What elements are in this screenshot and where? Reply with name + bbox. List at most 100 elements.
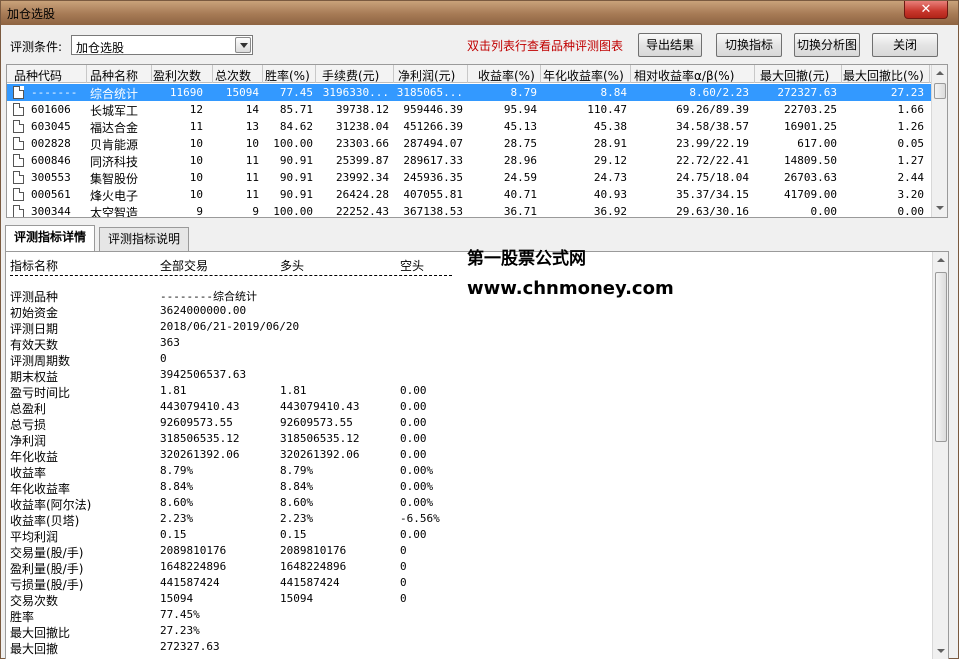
metric-name: 平均利润 xyxy=(10,530,59,544)
table-cell: 28.96 xyxy=(503,154,537,167)
metric-name: 期末权益 xyxy=(10,370,59,384)
divider xyxy=(10,275,452,276)
column-header[interactable]: 品种代码 xyxy=(14,67,62,84)
metric-value: 2.23% xyxy=(160,512,194,525)
table-cell: 11 xyxy=(245,154,259,167)
table-cell: 245936.35 xyxy=(403,171,463,184)
metric-name: 胜率 xyxy=(10,610,35,624)
column-header[interactable]: 胜率(%) xyxy=(265,67,310,84)
metric-value: 27.23% xyxy=(160,624,200,637)
detail-scrollbar[interactable] xyxy=(932,252,948,659)
table-cell: 40.71 xyxy=(503,188,537,201)
metric-name: 有效天数 xyxy=(10,338,59,352)
scroll-down-icon[interactable] xyxy=(932,201,947,216)
table-cell: 36.71 xyxy=(503,205,537,218)
table-cell: 12 xyxy=(189,103,203,116)
table-cell: 35.37/34.15 xyxy=(676,188,749,201)
table-cell: 14809.50 xyxy=(784,154,837,167)
table-cell: ------- xyxy=(31,86,78,99)
document-icon xyxy=(13,188,24,201)
table-cell: 300553 xyxy=(31,171,71,184)
column-header[interactable]: 年化收益率(%) xyxy=(543,67,624,84)
tab-indicator-explanation[interactable]: 评测指标说明 xyxy=(99,227,189,251)
table-cell: 90.91 xyxy=(279,188,313,201)
column-header[interactable]: 净利润(元) xyxy=(398,67,455,84)
metric-name: 交易次数 xyxy=(10,594,59,608)
metric-value: 272327.63 xyxy=(160,640,220,653)
table-cell: 69.26/89.39 xyxy=(676,103,749,116)
table-row[interactable]: 300553 集智股份 10 11 90.91 23992.34 245936.35 24.5… xyxy=(7,169,933,186)
table-cell: 287494.07 xyxy=(403,137,463,150)
table-cell: 10 xyxy=(245,137,259,150)
table-cell: 26424.28 xyxy=(336,188,389,201)
column-header[interactable]: 相对收益率α/β(%) xyxy=(634,67,734,84)
table-row[interactable]: 603045 福达合金 11 13 84.62 31238.04 451266.39 45.1… xyxy=(7,118,933,135)
watermark-title: 第一股票公式网 xyxy=(467,249,586,269)
metric-value: 3624000000.00 xyxy=(160,304,247,317)
window-close-button[interactable]: ✕ xyxy=(904,1,948,19)
column-header[interactable]: 最大回撤(元) xyxy=(760,67,829,84)
table-cell: 29.63/30.16 xyxy=(676,205,749,218)
table-cell: 11690 xyxy=(169,86,203,99)
metric-name: 盈利量(股/手) xyxy=(10,562,84,576)
table-row[interactable]: ------- 综合统计 11690 15094 77.45 3196330... 3185… xyxy=(7,84,933,101)
table-cell: 10 xyxy=(189,171,203,184)
table-row[interactable]: 600846 同济科技 10 11 90.91 25399.87 289617.33 28.9… xyxy=(7,152,933,169)
close-button[interactable]: 关闭 xyxy=(872,33,938,57)
metric-value: 318506535.12 xyxy=(160,432,240,445)
document-icon xyxy=(13,154,24,167)
metric-value: 8.84% xyxy=(280,480,314,493)
document-icon xyxy=(13,137,24,150)
table-cell: 36.92 xyxy=(593,205,627,218)
toolbar: 评测条件: 加仓选股 双击列表行查看品种评测图表 导出结果 切换指标 切换分析图… xyxy=(1,29,958,59)
detail-header: 指标名称 xyxy=(10,259,59,273)
column-header[interactable]: 手续费(元) xyxy=(322,67,379,84)
column-header[interactable]: 盈利次数 xyxy=(153,67,201,84)
table-cell: 90.91 xyxy=(279,171,313,184)
table-row[interactable]: 002828 贝肯能源 10 10 100.00 23303.66 287494.07 28.… xyxy=(7,135,933,152)
watermark-url: www.chnmoney.com xyxy=(467,278,674,299)
table-cell: 贝肯能源 xyxy=(90,138,139,152)
metric-value: 0.00 xyxy=(400,448,427,461)
export-results-button[interactable]: 导出结果 xyxy=(638,33,702,57)
condition-select[interactable]: 加仓选股 xyxy=(71,35,253,55)
table-cell: 22703.25 xyxy=(784,103,837,116)
table-scrollbar[interactable] xyxy=(931,65,947,217)
table-cell: 1.66 xyxy=(897,103,925,116)
metric-name: 交易量(股/手) xyxy=(10,546,84,560)
table-cell: 289617.33 xyxy=(403,154,463,167)
column-header[interactable]: 收益率(%) xyxy=(478,67,535,84)
table-cell: 45.38 xyxy=(593,120,627,133)
scroll-up-icon[interactable] xyxy=(932,66,947,81)
metric-value: 15094 xyxy=(160,592,194,605)
table-cell: 0.05 xyxy=(897,137,925,150)
table-cell: 77.45 xyxy=(279,86,313,99)
column-header[interactable]: 品种名称 xyxy=(90,67,138,84)
scroll-thumb[interactable] xyxy=(934,83,946,99)
table-cell: 11 xyxy=(245,188,259,201)
metric-value: 0 xyxy=(400,544,407,557)
table-cell: 15094 xyxy=(225,86,259,99)
table-cell: 28.91 xyxy=(593,137,627,150)
metric-name: 评测周期数 xyxy=(10,354,71,368)
scroll-up-icon[interactable] xyxy=(933,253,948,268)
results-table: 品种代码 品种名称 盈利次数 总次数 胜率(%) 手续费(元) 净利润(元) 收… xyxy=(6,64,948,218)
table-cell: 451266.39 xyxy=(403,120,463,133)
scroll-thumb[interactable] xyxy=(935,272,947,442)
chevron-down-icon[interactable] xyxy=(235,37,251,53)
metric-value: 92609573.55 xyxy=(280,416,353,429)
column-header[interactable]: 最大回撤比(%) xyxy=(843,67,924,84)
table-row[interactable]: 300344 太空智造 9 9 100.00 22252.43 367138.53 36.71… xyxy=(7,203,933,218)
metric-value: 8.79% xyxy=(160,464,194,477)
table-cell: 617.00 xyxy=(797,137,837,150)
column-header[interactable]: 总次数 xyxy=(215,67,251,84)
switch-chart-button[interactable]: 切换分析图 xyxy=(794,33,860,57)
scroll-down-icon[interactable] xyxy=(933,644,948,659)
title-bar[interactable]: 加仓选股 ✕ xyxy=(1,1,958,25)
metric-value: 8.60% xyxy=(280,496,314,509)
switch-indicator-button[interactable]: 切换指标 xyxy=(716,33,782,57)
tab-indicator-details[interactable]: 评测指标详情 xyxy=(5,225,95,252)
table-cell: 100.00 xyxy=(273,137,313,150)
table-row[interactable]: 000561 烽火电子 10 11 90.91 26424.28 407055.81 40.7… xyxy=(7,186,933,203)
table-row[interactable]: 601606 长城军工 12 14 85.71 39738.12 959446.39 95.9… xyxy=(7,101,933,118)
